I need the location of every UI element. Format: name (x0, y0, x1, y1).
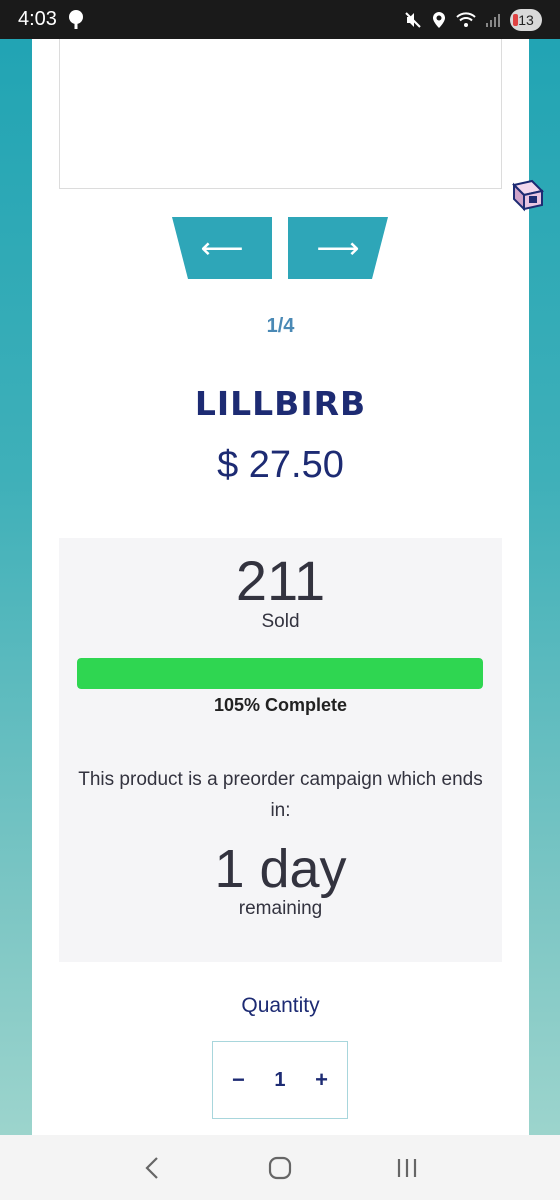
image-counter: 1/4 (266, 315, 295, 337)
back-nav-button[interactable] (133, 1148, 173, 1188)
signal-icon (486, 13, 500, 27)
previous-image-button[interactable]: ⟵ (172, 217, 272, 279)
status-left: 4:03 (18, 8, 87, 31)
preorder-message: This product is a preorder campaign whic… (78, 769, 483, 821)
quantity-decrease-button[interactable]: − (223, 1067, 253, 1093)
product-page: ⟵ ⟶ 1/4 LILLBIRB $ 27.50 211 Sold 105% C… (32, 39, 529, 1135)
wifi-icon (456, 11, 476, 27)
product-image-frame (59, 39, 502, 189)
home-nav-button[interactable] (260, 1148, 300, 1188)
tree-icon (68, 9, 83, 29)
status-bar: 4:03 13 (0, 0, 560, 39)
floating-cube-icon[interactable] (510, 177, 546, 213)
home-icon (268, 1156, 292, 1179)
status-right: 13 (404, 8, 542, 31)
quantity-increase-button[interactable]: + (307, 1067, 337, 1093)
product-price: $ 27.50 (217, 444, 344, 486)
days-remaining-label: remaining (238, 898, 323, 919)
notification-badge: 13 (510, 8, 542, 31)
next-image-button[interactable]: ⟶ (288, 217, 388, 279)
progress-text: 105% Complete (213, 695, 348, 715)
arrow-left-icon: ⟵ (200, 231, 244, 265)
progress-bar (77, 658, 483, 689)
quantity-label: Quantity (241, 994, 320, 1017)
sold-label: Sold (261, 611, 300, 632)
arrow-right-icon: ⟶ (316, 231, 360, 265)
back-icon (145, 1156, 159, 1179)
sold-count: 211 (235, 549, 326, 612)
progress-bar-fill (77, 658, 483, 689)
mute-icon (405, 11, 421, 28)
quantity-stepper: − 1 + (212, 1041, 348, 1119)
recents-nav-button[interactable] (387, 1148, 427, 1188)
recents-icon (397, 1158, 416, 1177)
product-title: LILLBIRB (194, 384, 367, 423)
location-icon (433, 11, 445, 28)
quantity-value[interactable]: 1 (274, 1069, 285, 1092)
campaign-box: 211 Sold 105% Complete This product is a… (59, 538, 502, 962)
status-time: 4:03 (18, 8, 57, 30)
days-remaining-count: 1 day (214, 839, 347, 899)
system-nav-bar (0, 1135, 560, 1200)
